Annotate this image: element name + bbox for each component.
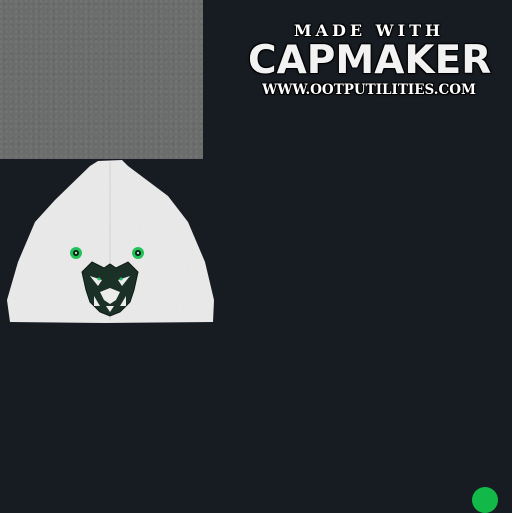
eyelet-right-icon: [132, 247, 144, 259]
watermark-url: WWW.OOTPUTILITIES.COM: [262, 82, 476, 98]
cap-crown-panel: [7, 160, 214, 323]
watermark-title-capmaker: CAPMAKER: [248, 38, 492, 83]
gray-color-swatch: [0, 0, 203, 159]
green-dot-icon: [472, 487, 498, 513]
eyelet-left-icon: [70, 247, 82, 259]
capmaker-watermark: MADE WITH CAPMAKER WWW.OOTPUTILITIES.COM: [248, 20, 492, 100]
